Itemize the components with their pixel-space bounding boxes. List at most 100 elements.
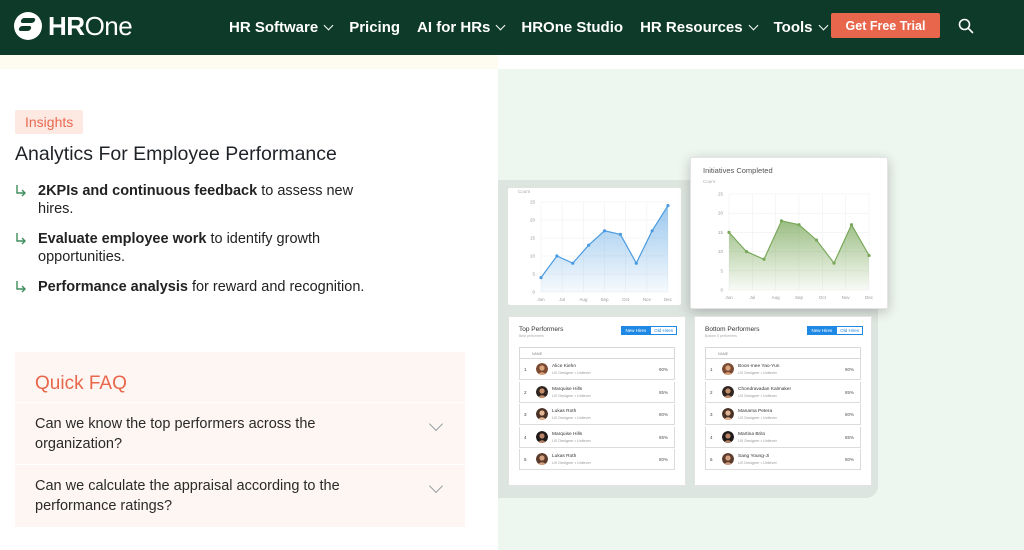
chevron-down-icon [323, 20, 334, 31]
get-free-trial-button[interactable]: Get Free Trial [831, 13, 940, 38]
insights-badge: Insights [15, 110, 84, 134]
chevron-down-icon[interactable] [428, 478, 444, 494]
old-hires-tab[interactable]: Old Hires [836, 326, 863, 335]
x-tick-label: Sep [795, 295, 804, 300]
performer-name: Sang Young-Ji [738, 454, 769, 459]
faq-question: Can we calculate the appraisal according… [35, 478, 340, 514]
data-point [797, 223, 801, 227]
performer-role: UX Designer • Unilever [552, 371, 591, 375]
chart2-plot: 25 20 15 10 5 0Jun Jul Aug Sep Oct Nov Dec [718, 192, 874, 301]
y-tick-label: 15 [718, 230, 724, 235]
avatar [722, 408, 734, 420]
nav-item-pricing[interactable]: Pricing [349, 19, 400, 36]
performer-name: Lukas Roth [552, 454, 577, 459]
table-header: NAME [519, 347, 675, 359]
feature-item: Evaluate employee work to identify growt… [15, 230, 375, 266]
table-row[interactable]: 4 Marquise Hills UX Designer • Unilever 85% [519, 426, 675, 448]
performer-score: 80% [658, 457, 668, 462]
table-row[interactable]: 5 Sang Young-Ji UX Designer • Unilever 80% [705, 449, 861, 470]
performer-name: Marquise Hills [552, 386, 583, 392]
chevron-down-icon [818, 20, 828, 31]
table-row[interactable]: 4 Martina Brito UX Designer • Unilever 85% [705, 426, 861, 448]
performer-role: UX Designer • Unilever [738, 393, 777, 398]
return-arrow-icon [16, 185, 26, 197]
feature-bold: Performance analysis [38, 279, 188, 295]
nav-item-label: HR Software [229, 19, 319, 36]
section-heading: Analytics For Employee Performance [15, 143, 337, 165]
top-performers-card: Top Performers Best performers New Hires… [508, 316, 686, 486]
performer-score: 85% [658, 389, 668, 395]
performer-role: UX Designer • Unilever [552, 393, 591, 398]
performer-score: 85% [844, 389, 854, 395]
rank: 2 [524, 389, 527, 395]
data-point [650, 229, 654, 233]
data-point [832, 261, 836, 265]
table-row[interactable]: 1 Boon-mee Yao-Yun UX Designer • Unilever 9… [705, 359, 861, 380]
cream-strip [0, 55, 498, 69]
nav-item-hr-software[interactable]: HR Software [229, 19, 334, 36]
rank: 1 [524, 367, 527, 372]
nav-item-tools[interactable]: Tools [774, 19, 828, 36]
table-row[interactable]: 2 Chondravadan Kalmaker UX Designer • Unil… [705, 381, 861, 403]
top-performers-subtitle: Best performers [519, 334, 544, 338]
table-row[interactable]: 2 Marquise Hills UX Designer • Unilever 85% [519, 381, 675, 403]
rank: 2 [710, 389, 713, 395]
performer-name: Alice Kiehn [552, 364, 576, 369]
x-tick-label: Jun [537, 297, 545, 302]
performer-role: UX Designer • Unilever [552, 438, 591, 443]
data-point [779, 219, 784, 223]
feature-bold: Evaluate employee work [38, 231, 207, 247]
bottom-performers-subtitle: Bottom 5 performers [705, 334, 737, 338]
y-tick-label: 25 [718, 192, 724, 197]
feature-text: for reward and recognition. [187, 279, 365, 295]
data-point [618, 232, 622, 236]
y-tick-label: 0 [532, 290, 535, 295]
hrone-logo[interactable]: HROne [14, 12, 133, 40]
table-row[interactable]: 3 Manama Petera UX Designer • Unilever 80% [705, 404, 861, 425]
rank: 4 [524, 434, 527, 440]
avatar [536, 430, 548, 443]
return-arrow-icon [16, 281, 26, 293]
new-hires-tab[interactable]: New Hires [621, 326, 651, 335]
performer-role: UX Designer • Unilever [738, 438, 777, 443]
y-tick-label: 10 [718, 249, 724, 254]
x-tick-label: Dec [664, 297, 673, 302]
chevron-down-icon [748, 20, 759, 31]
table-row[interactable]: 3 Lukas Roth UX Designer • Unilever 80% [519, 404, 675, 425]
avatar [722, 385, 734, 398]
table-header: NAME [705, 347, 861, 359]
performer-score: 80% [844, 412, 854, 417]
top-performers-title: Top Performers [519, 326, 564, 333]
performer-score: 90% [844, 367, 854, 372]
data-point [762, 257, 766, 261]
nav-item-hrone-studio[interactable]: HROne Studio [521, 19, 623, 36]
performer-score: 80% [658, 412, 668, 417]
old-hires-tab[interactable]: Old Hires [650, 326, 677, 335]
performer-score: 90% [658, 367, 668, 372]
nav-menu: HR Software Pricing AI for HRs HROne Studio… [229, 0, 844, 55]
data-point [814, 238, 819, 242]
new-hires-tab[interactable]: New Hires [807, 326, 837, 335]
search-icon[interactable] [958, 18, 974, 34]
return-arrow-icon [16, 233, 26, 245]
nav-item-ai-for-hrs[interactable]: AI for HRs [417, 19, 506, 36]
y-tick-label: 20 [718, 211, 724, 216]
table-row[interactable]: 1 Alice Kiehn UX Designer • Unilever 90% [519, 359, 675, 380]
faq-item[interactable]: Can we know the top performers across th… [15, 402, 465, 464]
performer-role: UX Designer • Unilever [738, 371, 777, 375]
y-tick-label: 5 [720, 268, 723, 273]
x-tick-label: Dec [865, 295, 874, 300]
chevron-down-icon[interactable] [428, 416, 444, 432]
nav-item-hr-resources[interactable]: HR Resources [640, 19, 759, 36]
rank: 5 [524, 457, 527, 462]
table-row[interactable]: 5 Lukas Roth UX Designer • Unilever 80% [519, 449, 675, 470]
data-point [666, 204, 670, 208]
x-tick-label: Jul [559, 297, 565, 302]
hrone-logo-icon [14, 12, 42, 40]
performer-name: Lukas Roth [552, 409, 577, 414]
data-point [571, 261, 575, 265]
nav-item-label: HR Resources [640, 19, 743, 36]
performer-name: Martina Brito [738, 431, 766, 437]
faq-item[interactable]: Can we calculate the appraisal according… [15, 464, 465, 527]
faq-title: Quick FAQ [35, 373, 127, 394]
